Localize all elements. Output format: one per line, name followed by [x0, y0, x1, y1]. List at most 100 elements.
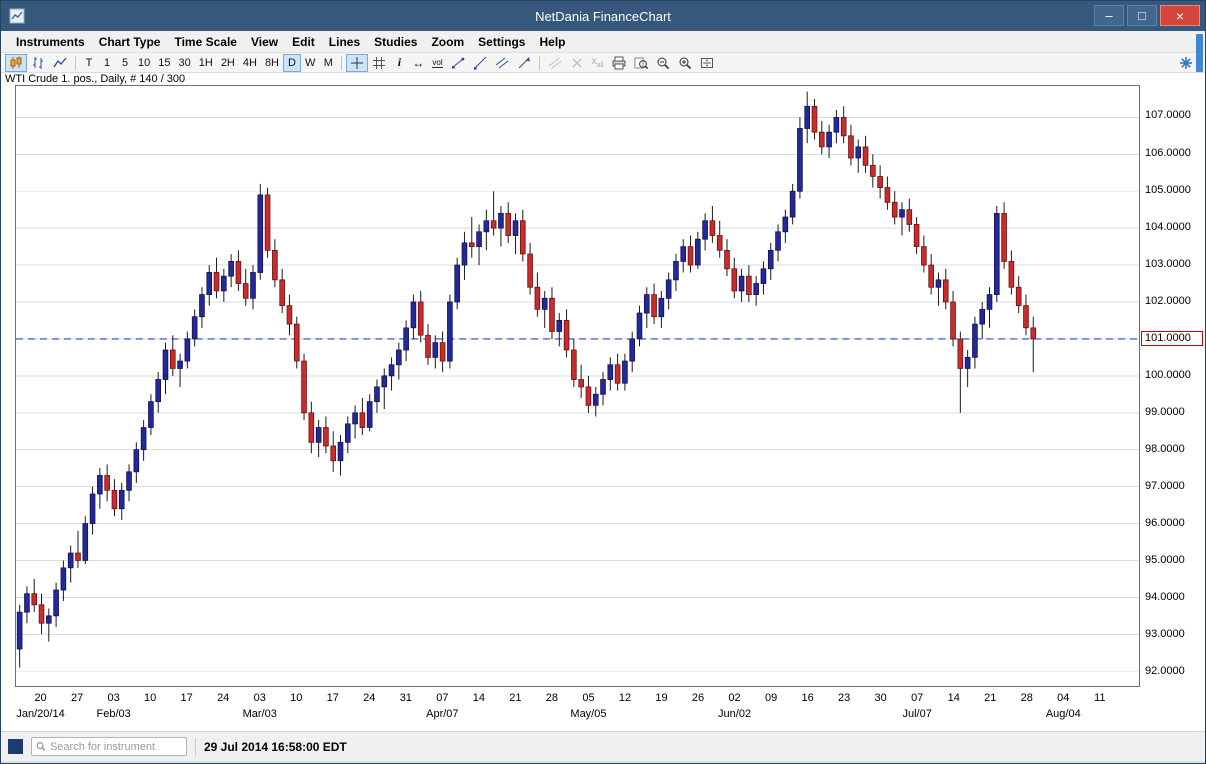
candle: [141, 420, 146, 461]
candle: [513, 213, 518, 254]
netdania-star-button[interactable]: [1175, 54, 1197, 72]
x-axis-month-label: Aug/04: [1028, 708, 1098, 720]
maximize-button[interactable]: □: [1127, 5, 1157, 26]
timeframe-10-button[interactable]: 10: [134, 54, 154, 72]
menu-help[interactable]: Help: [532, 33, 572, 51]
x-axis-day-label: 12: [605, 692, 645, 704]
candle: [32, 579, 37, 612]
menu-view[interactable]: View: [244, 33, 285, 51]
axis-scale-button[interactable]: [696, 54, 718, 72]
menu-zoom[interactable]: Zoom: [424, 33, 471, 51]
zoom-in-button[interactable]: [674, 54, 696, 72]
candle: [739, 269, 744, 302]
move-line-icon: [548, 56, 562, 70]
menu-edit[interactable]: Edit: [285, 33, 322, 51]
candle: [863, 136, 868, 173]
search-box[interactable]: [31, 737, 187, 756]
menu-studies[interactable]: Studies: [367, 33, 424, 51]
candle: [892, 191, 897, 224]
candlestick-chart[interactable]: [15, 85, 1140, 687]
candle: [265, 188, 270, 258]
candle: [790, 184, 795, 225]
candle: [316, 420, 321, 457]
timeframe-m-button[interactable]: M: [319, 54, 337, 72]
x-axis-day-label: 03: [94, 692, 134, 704]
vertical-scrollbar-thumb[interactable]: [1196, 34, 1203, 72]
candle: [520, 210, 525, 262]
x-axis-day-label: 02: [715, 692, 755, 704]
candle: [83, 516, 88, 564]
menu-settings[interactable]: Settings: [471, 33, 532, 51]
timeframe-5-button[interactable]: 5: [116, 54, 134, 72]
titlebar[interactable]: NetDania FinanceChart – □ ×: [1, 1, 1205, 31]
toolbar: T151015301H2H4H8HDWM i ↔ vol: [1, 53, 1205, 73]
minimize-button[interactable]: –: [1094, 5, 1124, 26]
volume-button[interactable]: vol: [428, 54, 446, 72]
axis-scale-icon: [700, 56, 714, 70]
app-icon: [9, 8, 25, 24]
menu-instruments[interactable]: Instruments: [9, 33, 92, 51]
parallel-lines-tool-button[interactable]: [491, 54, 513, 72]
candle: [914, 217, 919, 254]
zoom-out-button[interactable]: [652, 54, 674, 72]
delete-line-icon: [570, 56, 584, 70]
x-axis-day-label: 09: [751, 692, 791, 704]
timeframe-1-button[interactable]: 1: [98, 54, 116, 72]
candle: [149, 394, 154, 435]
zoom-region-button[interactable]: [630, 54, 652, 72]
candle: [943, 269, 948, 310]
timeframe-t-button[interactable]: T: [80, 54, 98, 72]
candle: [528, 243, 533, 295]
candle: [375, 380, 380, 413]
crosshair-button[interactable]: [346, 54, 368, 72]
search-input[interactable]: [50, 741, 182, 753]
menubar: InstrumentsChart TypeTime ScaleViewEditL…: [1, 31, 1205, 53]
arrow-line-tool-button[interactable]: [513, 54, 535, 72]
close-button[interactable]: ×: [1160, 5, 1200, 26]
candle: [258, 184, 263, 280]
timeframe-d-button[interactable]: D: [283, 54, 301, 72]
candle: [717, 221, 722, 258]
candle: [207, 265, 212, 306]
timeframe-8h-button[interactable]: 8H: [261, 54, 283, 72]
y-axis-label: 104.0000: [1145, 221, 1191, 234]
print-button[interactable]: [608, 54, 630, 72]
candle: [170, 335, 175, 376]
menu-chart-type[interactable]: Chart Type: [92, 33, 168, 51]
timeframe-15-button[interactable]: 15: [154, 54, 174, 72]
candle: [746, 265, 751, 302]
candle: [878, 165, 883, 198]
candle: [754, 276, 759, 306]
candle: [973, 317, 978, 369]
candle: [601, 372, 606, 405]
netdania-window: NetDania FinanceChart – □ × InstrumentsC…: [0, 0, 1206, 764]
menu-time-scale[interactable]: Time Scale: [167, 33, 243, 51]
bar-chart-type-button[interactable]: [27, 54, 49, 72]
timeframe-4h-button[interactable]: 4H: [239, 54, 261, 72]
delete-all-icon: xall: [592, 56, 604, 69]
parallel-lines-icon: [495, 56, 509, 70]
grid-button[interactable]: [368, 54, 390, 72]
x-axis-month-label: May/05: [553, 708, 623, 720]
ray-tool-button[interactable]: [469, 54, 491, 72]
timeframe-30-button[interactable]: 30: [175, 54, 195, 72]
trendline-tool-button[interactable]: [447, 54, 469, 72]
menu-lines[interactable]: Lines: [322, 33, 367, 51]
x-axis-day-label: 23: [824, 692, 864, 704]
timeframe-w-button[interactable]: W: [301, 54, 319, 72]
candle: [112, 479, 117, 516]
candle: [229, 254, 234, 287]
scroll-horizontal-button[interactable]: ↔: [408, 54, 428, 72]
timeframe-2h-button[interactable]: 2H: [217, 54, 239, 72]
candle: [353, 405, 358, 438]
search-icon: [36, 741, 46, 752]
line-chart-type-button[interactable]: [49, 54, 71, 72]
candle: [200, 287, 205, 328]
candle: [571, 339, 576, 387]
candle: [987, 287, 992, 328]
candle: [309, 402, 314, 454]
candlestick-chart-type-button[interactable]: [5, 54, 27, 72]
info-button[interactable]: i: [390, 54, 408, 72]
candle: [396, 343, 401, 380]
timeframe-1h-button[interactable]: 1H: [195, 54, 217, 72]
